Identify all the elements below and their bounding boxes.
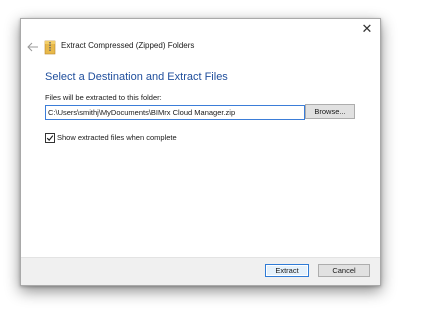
browse-button[interactable]: Browse... [305, 104, 355, 119]
extract-dialog: ✕ Extract Compressed (Zipped) Folders Se… [20, 18, 381, 286]
page-heading: Select a Destination and Extract Files [45, 71, 228, 83]
close-icon[interactable]: ✕ [360, 22, 374, 36]
screen: ✕ Extract Compressed (Zipped) Folders Se… [0, 0, 421, 328]
destination-path-input[interactable] [45, 105, 305, 120]
window-title: Extract Compressed (Zipped) Folders [61, 41, 195, 50]
show-files-label: Show extracted files when complete [57, 133, 177, 142]
show-files-checkbox[interactable] [45, 133, 55, 143]
button-bar: Extract Cancel [21, 257, 380, 285]
cancel-button[interactable]: Cancel [318, 264, 370, 277]
destination-label: Files will be extracted to this folder: [45, 93, 162, 102]
zip-folder-icon [44, 39, 56, 55]
back-arrow-icon[interactable] [26, 40, 40, 54]
checkmark-icon [46, 135, 54, 142]
extract-button[interactable]: Extract [265, 264, 309, 277]
title-bar: Extract Compressed (Zipped) Folders [21, 38, 380, 58]
